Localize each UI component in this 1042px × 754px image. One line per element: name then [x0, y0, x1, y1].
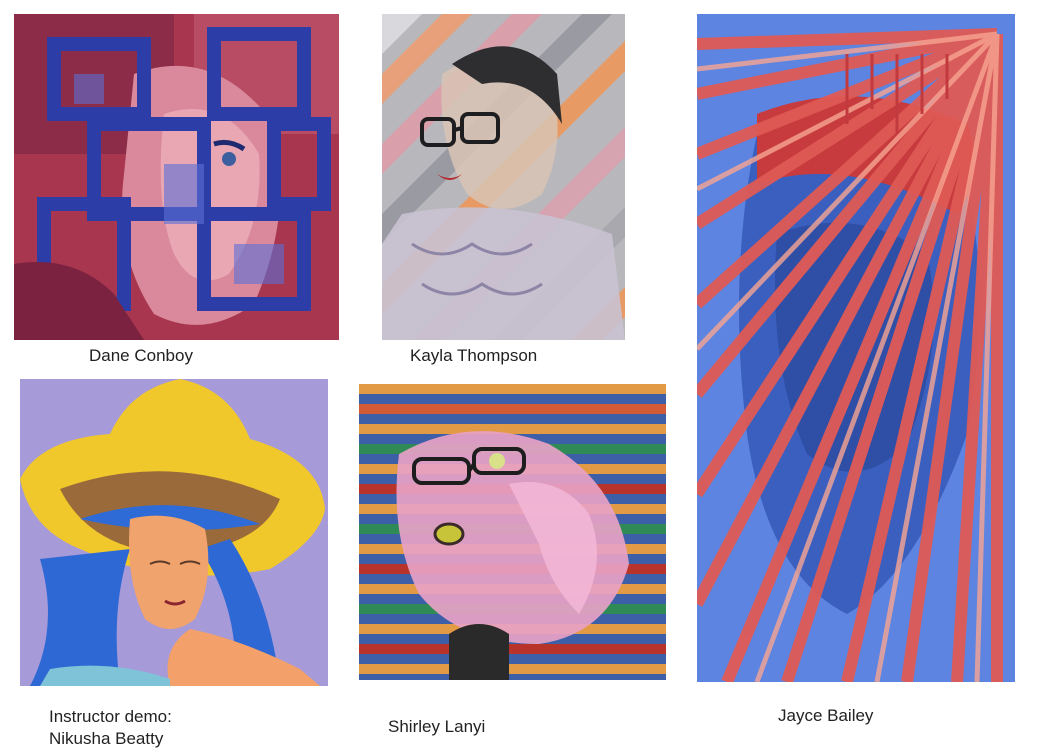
artwork-kayla-thompson: [382, 14, 625, 340]
caption-shirley-lanyi: Shirley Lanyi: [388, 717, 486, 736]
caption-nikusha-beatty-line1: Instructor demo:: [49, 707, 172, 726]
artwork-nikusha-beatty: [20, 379, 328, 686]
painting-jayce-bailey: [697, 14, 1015, 682]
artwork-dane-conboy: [14, 14, 339, 340]
caption-jayce-bailey: Jayce Bailey: [778, 706, 874, 725]
artwork-jayce-bailey: [697, 14, 1015, 682]
caption-kayla-thompson: Kayla Thompson: [410, 346, 538, 365]
artwork-shirley-lanyi: [359, 384, 666, 680]
caption-nikusha-beatty-line2: Nikusha Beatty: [49, 729, 164, 748]
caption-dane-conboy: Dane Conboy: [89, 346, 193, 365]
painting-kayla-thompson: [382, 14, 625, 340]
painting-nikusha-beatty: [20, 379, 328, 686]
painting-shirley-lanyi: [359, 384, 666, 680]
painting-dane-conboy: [14, 14, 339, 340]
